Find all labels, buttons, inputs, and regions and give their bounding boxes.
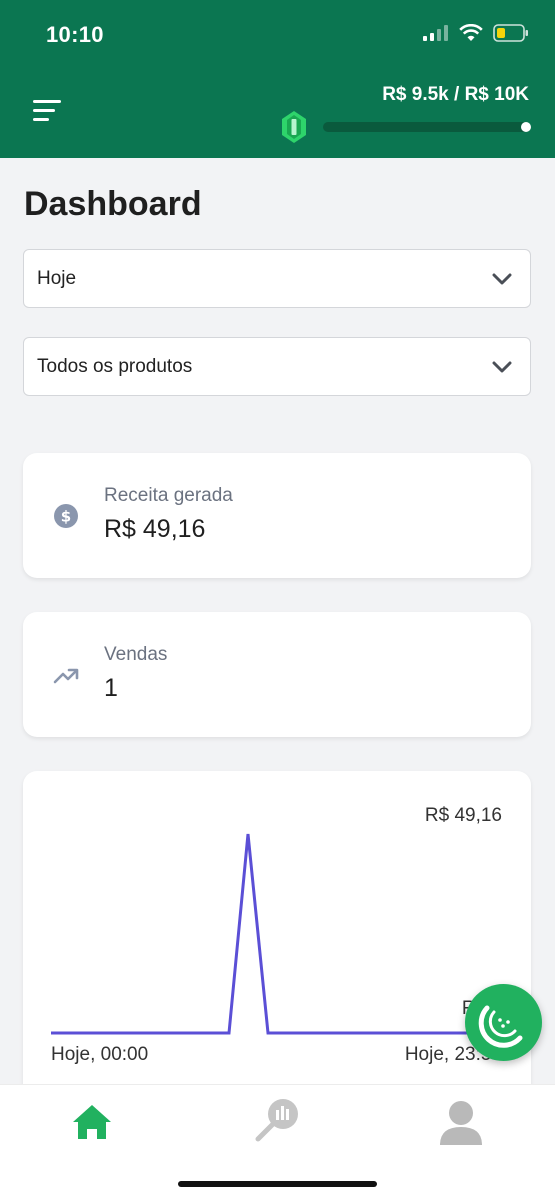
- signal-icon: [423, 25, 448, 41]
- status-time: 10:10: [46, 22, 104, 47]
- app-header: 10:10 R$ 9.5k / R$ 10K: [0, 0, 555, 158]
- sales-card: Vendas 1: [23, 612, 531, 737]
- tab-home[interactable]: [67, 1099, 117, 1145]
- chart-x-start-label: Hoje, 00:00: [51, 1044, 148, 1065]
- sales-label: Vendas: [104, 644, 168, 665]
- revenue-chart: R$ 49,16 R$ 0 Hoje, 00:00 Hoje, 23:59: [51, 805, 502, 1065]
- user-icon: [440, 1101, 482, 1145]
- revenue-chart-card: R$ 49,16 R$ 0 Hoje, 00:00 Hoje, 23:59: [23, 771, 531, 1101]
- chart-max-label: R$ 49,16: [425, 805, 502, 826]
- analytics-search-icon: [255, 1099, 298, 1142]
- goal-text: R$ 9.5k / R$ 10K: [382, 84, 529, 105]
- home-indicator: [178, 1181, 377, 1187]
- trending-up-icon: [53, 668, 79, 684]
- battery-icon: [493, 24, 528, 42]
- tab-reports[interactable]: [252, 1099, 302, 1145]
- chevron-down-icon: [492, 273, 512, 284]
- dollar-circle-icon: $: [54, 504, 78, 528]
- melon-slice-icon: [478, 1005, 523, 1048]
- wifi-icon: [459, 24, 483, 41]
- revenue-label: Receita gerada: [104, 485, 233, 506]
- tab-profile[interactable]: [436, 1099, 486, 1145]
- product-select[interactable]: Todos os produtos: [23, 337, 531, 396]
- revenue-series-line: [51, 833, 502, 1035]
- period-select-value: Hoje: [37, 267, 77, 289]
- period-select[interactable]: Hoje: [23, 249, 531, 308]
- support-fab[interactable]: [465, 984, 542, 1061]
- goal-progress-knob: [521, 122, 531, 132]
- chevron-down-icon: [492, 361, 512, 372]
- revenue-value: R$ 49,16: [104, 515, 206, 543]
- revenue-card: $ Receita gerada R$ 49,16: [23, 453, 531, 578]
- sales-value: 1: [104, 674, 118, 702]
- menu-button[interactable]: [33, 100, 61, 124]
- status-icons: [423, 24, 529, 42]
- home-icon: [73, 1105, 111, 1139]
- gem-icon: [282, 111, 306, 143]
- product-select-value: Todos os produtos: [37, 355, 193, 377]
- svg-text:$: $: [61, 508, 71, 526]
- goal-progress-bar: [323, 122, 531, 132]
- page-title: Dashboard: [24, 185, 202, 223]
